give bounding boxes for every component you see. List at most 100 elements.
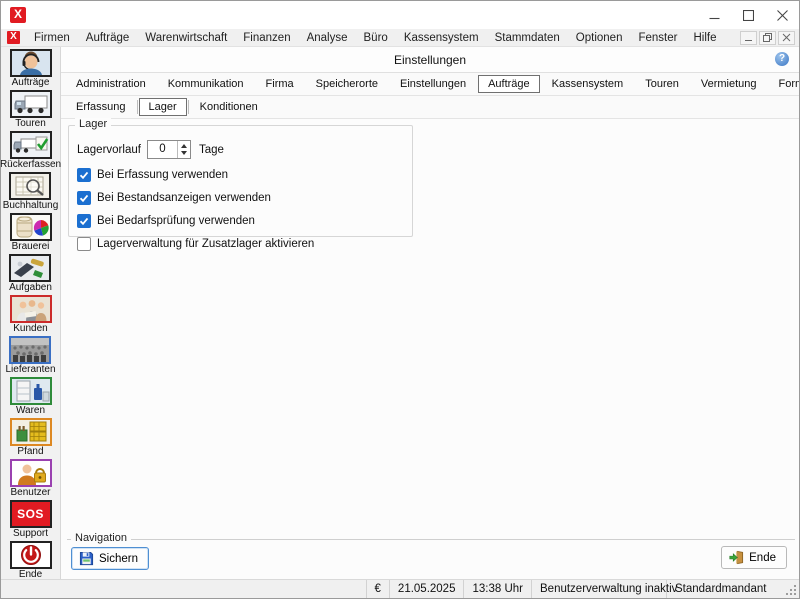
- sidebar: Aufträge Touren: [1, 47, 61, 579]
- lagervorlauf-unit-label: Tage: [199, 144, 224, 156]
- close-icon: [777, 10, 788, 21]
- sidebar-item-rueckerfassen[interactable]: Rückerfassen: [0, 131, 61, 171]
- secondary-tab-bar: Erfassung Lager Konditionen: [61, 96, 799, 119]
- help-icon[interactable]: ?: [775, 52, 789, 66]
- sos-icon: SOS: [17, 507, 44, 521]
- tab-einstellungen[interactable]: Einstellungen: [390, 75, 476, 93]
- menu-kassensystem[interactable]: Kassensystem: [396, 29, 487, 47]
- sidebar-item-waren[interactable]: Waren: [10, 377, 52, 417]
- statusbar-user-management: Benutzerverwaltung inaktiv: [532, 580, 667, 598]
- menu-buero[interactable]: Büro: [356, 29, 396, 47]
- truck-check-icon: [12, 133, 50, 157]
- fridge-bottles-icon: [12, 379, 50, 403]
- page-title: Einstellungen: [394, 53, 466, 67]
- menu-finanzen[interactable]: Finanzen: [235, 29, 298, 47]
- tab-content: Lager Lagervorlauf 0 Tage: [61, 119, 799, 539]
- sidebar-item-pfand[interactable]: Pfand: [10, 418, 52, 458]
- title-bar: X: [1, 1, 799, 29]
- menu-optionen[interactable]: Optionen: [568, 29, 631, 47]
- tab-kommunikation[interactable]: Kommunikation: [158, 75, 254, 93]
- window-minimize-button[interactable]: [697, 3, 731, 27]
- main-panel: Einstellungen ? Administration Kommunika…: [61, 47, 799, 579]
- tab-kassensystem[interactable]: Kassensystem: [542, 75, 634, 93]
- navigation-section: Navigation Sichern: [67, 539, 795, 577]
- tab-separator: [137, 100, 138, 114]
- sidebar-item-support[interactable]: SOS Support: [10, 500, 52, 540]
- app-logo-icon: X: [10, 7, 26, 23]
- tab-erfassung[interactable]: Erfassung: [66, 98, 136, 116]
- resize-grip[interactable]: [785, 580, 799, 598]
- tab-formulare[interactable]: Formulare: [769, 75, 800, 93]
- save-button-label: Sichern: [99, 553, 138, 565]
- window-close-button[interactable]: [765, 3, 799, 27]
- menu-analyse[interactable]: Analyse: [299, 29, 356, 47]
- sidebar-item-touren[interactable]: Touren: [10, 90, 52, 130]
- status-bar: € 21.05.2025 13:38 Uhr Benutzerverwaltun…: [1, 579, 799, 598]
- checkbox-icon: [77, 214, 91, 228]
- tab-konditionen[interactable]: Konditionen: [190, 98, 268, 116]
- statusbar-date: 21.05.2025: [390, 580, 465, 598]
- menu-bar: X Firmen Aufträge Warenwirtschaft Finanz…: [1, 29, 799, 47]
- tab-firma[interactable]: Firma: [256, 75, 304, 93]
- checkbox-icon: [77, 237, 91, 251]
- tab-speicherorte[interactable]: Speicherorte: [306, 75, 388, 93]
- window-maximize-button[interactable]: [731, 3, 765, 27]
- groupbox-legend: Lager: [75, 118, 111, 130]
- sidebar-item-lieferanten[interactable]: Lieferanten: [5, 336, 55, 376]
- exit-door-icon: [729, 550, 744, 565]
- mdi-minimize-icon: [744, 33, 753, 42]
- lagervorlauf-label: Lagervorlauf: [77, 144, 147, 156]
- mdi-close-icon: [782, 33, 791, 42]
- menu-auftraege[interactable]: Aufträge: [78, 29, 137, 47]
- end-button-label: Ende: [749, 552, 776, 564]
- statusbar-mandant: Standardmandant: [667, 580, 785, 598]
- truck-icon: [12, 92, 50, 116]
- tab-administration[interactable]: Administration: [66, 75, 156, 93]
- save-button[interactable]: Sichern: [71, 547, 149, 570]
- mdi-minimize-button[interactable]: [740, 31, 757, 45]
- menu-hilfe[interactable]: Hilfe: [685, 29, 724, 47]
- menu-warenwirtschaft[interactable]: Warenwirtschaft: [137, 29, 235, 47]
- settings-header: Einstellungen ?: [61, 47, 799, 73]
- spinner-up-button[interactable]: [178, 141, 190, 150]
- sidebar-item-benutzer[interactable]: Benutzer: [10, 459, 52, 499]
- end-button[interactable]: Ende: [721, 546, 787, 569]
- mdi-restore-button[interactable]: [759, 31, 776, 45]
- tab-separator: [188, 100, 189, 114]
- tab-lager[interactable]: Lager: [139, 98, 187, 116]
- spinner-down-button[interactable]: [178, 150, 190, 159]
- checkbox-bei-bedarfspruefung[interactable]: Bei Bedarfsprüfung verwenden: [77, 214, 412, 228]
- app-window: X X Firmen Aufträge Warenwirtschaft Fina…: [0, 0, 800, 599]
- lagervorlauf-spinner[interactable]: 0: [147, 140, 191, 159]
- sidebar-item-kunden[interactable]: Kunden: [10, 295, 52, 335]
- menu-fenster[interactable]: Fenster: [630, 29, 685, 47]
- checkbox-lagerverwaltung-zusatzlager[interactable]: Lagerverwaltung für Zusatzlager aktivier…: [77, 237, 412, 251]
- navigation-legend: Navigation: [71, 532, 131, 544]
- crates-icon: [12, 420, 50, 444]
- lager-groupbox: Lager Lagervorlauf 0 Tage: [68, 125, 413, 237]
- statusbar-empty-panel: [1, 580, 367, 598]
- checkbox-bei-erfassung[interactable]: Bei Erfassung verwenden: [77, 168, 412, 182]
- tab-vermietung[interactable]: Vermietung: [691, 75, 767, 93]
- crowd-photo-icon: [11, 338, 49, 362]
- tab-auftraege[interactable]: Aufträge: [478, 75, 540, 93]
- sidebar-item-auftraege[interactable]: Aufträge: [10, 49, 52, 89]
- checkbox-bei-bestandsanzeigen[interactable]: Bei Bestandsanzeigen verwenden: [77, 191, 412, 205]
- sheet-magnifier-icon: [11, 174, 49, 198]
- checkbox-icon: [77, 191, 91, 205]
- sidebar-item-brauerei[interactable]: Brauerei: [10, 213, 52, 253]
- maximize-icon: [743, 10, 754, 21]
- tab-touren[interactable]: Touren: [635, 75, 689, 93]
- mdi-restore-icon: [763, 33, 772, 42]
- sidebar-item-aufgaben[interactable]: Aufgaben: [9, 254, 52, 294]
- menu-firmen[interactable]: Firmen: [26, 29, 78, 47]
- statusbar-currency: €: [367, 580, 390, 598]
- sidebar-item-ende[interactable]: Ende: [10, 541, 52, 581]
- mdi-close-button[interactable]: [778, 31, 795, 45]
- sidebar-item-buchhaltung[interactable]: Buchhaltung: [3, 172, 59, 212]
- mdi-child-icon[interactable]: X: [7, 31, 20, 44]
- lagervorlauf-value[interactable]: 0: [148, 141, 177, 158]
- tools-icon: [11, 256, 49, 280]
- primary-tab-bar: Administration Kommunikation Firma Speic…: [61, 73, 799, 96]
- menu-stammdaten[interactable]: Stammdaten: [487, 29, 568, 47]
